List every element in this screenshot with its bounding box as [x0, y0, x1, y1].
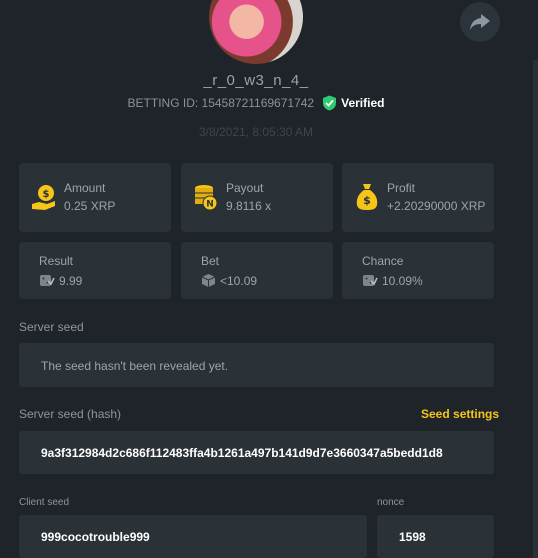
bet-date: 3/8/2021, 8:05:30 AM [198, 125, 314, 139]
profit-label: Profit [387, 181, 416, 195]
bet-card: Bet <10.09 [181, 242, 333, 299]
profit-card: $ Profit +2.20290000 XRP [342, 163, 494, 232]
client-seed-label: Client seed [19, 497, 70, 508]
amount-label: Amount [64, 181, 106, 195]
svg-text:$: $ [43, 189, 50, 200]
client-seed-field[interactable]: 999cocotrouble999 [19, 515, 367, 558]
payout-card: N Payout 9.8116 x [181, 163, 333, 232]
svg-text:$: $ [363, 194, 371, 207]
chance-value: 10.09% [382, 274, 423, 288]
server-seed-hash-value: 9a3f312984d2c686f112483ffa4b1261a497b141… [41, 446, 443, 460]
server-seed-field: The seed hasn't been revealed yet. [19, 343, 494, 387]
svg-text:N: N [206, 200, 214, 210]
money-bag-icon: $ [356, 184, 378, 210]
payout-label: Payout [226, 181, 264, 195]
result-value: 9.99 [59, 274, 83, 288]
bet-value: <10.09 [220, 274, 258, 288]
dice-icon [40, 275, 55, 286]
client-seed-value: 999cocotrouble999 [41, 530, 150, 544]
profit-value: +2.20290000 XRP [387, 199, 486, 213]
avatar[interactable] [209, 0, 303, 64]
dice-icon [363, 275, 378, 286]
betting-id-row: BETTING ID: 15458721169671742 Verified [0, 95, 512, 111]
coin-hand-icon: $ [32, 185, 55, 210]
share-icon [470, 14, 490, 30]
nonce-label: nonce [377, 497, 405, 508]
betting-id: BETTING ID: 15458721169671742 [127, 96, 315, 110]
bet-label: Bet [201, 254, 220, 268]
coin-stack-icon: N [195, 185, 218, 211]
chance-label: Chance [362, 254, 404, 268]
server-seed-value: The seed hasn't been revealed yet. [41, 359, 229, 373]
result-card: Result 9.99 [19, 242, 171, 299]
chance-card: Chance 10.09% [342, 242, 494, 299]
server-seed-hash-label: Server seed (hash) [19, 407, 122, 421]
verified-label: Verified [341, 96, 385, 110]
payout-value: 9.8116 x [226, 199, 272, 213]
cube-icon [201, 274, 216, 287]
seed-settings-link[interactable]: Seed settings [421, 407, 499, 421]
amount-value: 0.25 XRP [64, 199, 116, 213]
scrollbar[interactable] [533, 60, 538, 558]
share-button[interactable] [460, 2, 500, 42]
verified-shield-icon [323, 95, 337, 111]
nonce-value: 1598 [399, 530, 426, 544]
amount-card: $ Amount 0.25 XRP [19, 163, 171, 232]
verified-badge: Verified [322, 95, 384, 111]
server-seed-label: Server seed [19, 320, 84, 334]
nonce-field[interactable]: 1598 [377, 515, 494, 558]
result-label: Result [39, 254, 74, 268]
username: _r_0_w3_n_4_ [203, 72, 309, 89]
server-seed-hash-field[interactable]: 9a3f312984d2c686f112483ffa4b1261a497b141… [19, 431, 494, 474]
